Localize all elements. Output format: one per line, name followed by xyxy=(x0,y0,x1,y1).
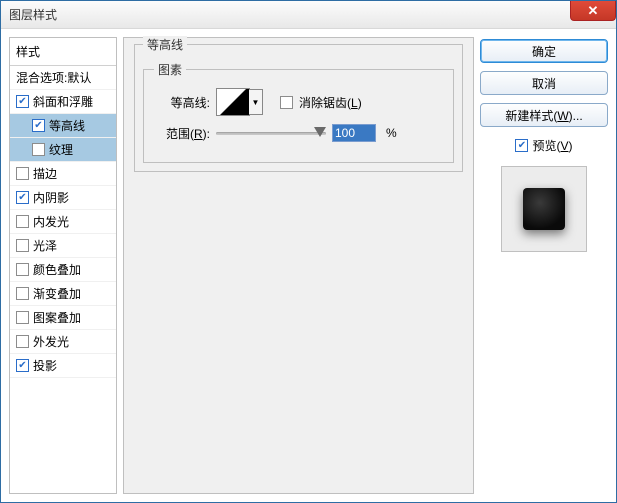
preview-box xyxy=(501,166,587,252)
style-row-label: 纹理 xyxy=(49,141,112,158)
style-row-9[interactable]: 图案叠加 xyxy=(10,306,116,330)
style-row-label: 内发光 xyxy=(33,213,112,230)
cancel-button[interactable]: 取消 xyxy=(480,71,608,95)
contour-picker[interactable]: ▼ xyxy=(216,88,250,116)
preview-thumbnail xyxy=(523,188,565,230)
style-row-label: 颜色叠加 xyxy=(33,261,112,278)
antialias-checkbox[interactable] xyxy=(280,96,293,109)
style-list-heading[interactable]: 样式 xyxy=(10,38,116,66)
style-checkbox[interactable] xyxy=(16,359,29,372)
style-row-3[interactable]: 描边 xyxy=(10,162,116,186)
range-unit: % xyxy=(386,126,397,140)
style-row-11[interactable]: 投影 xyxy=(10,354,116,378)
style-list: 样式 混合选项:默认 斜面和浮雕等高线纹理描边内阴影内发光光泽颜色叠加渐变叠加图… xyxy=(9,37,117,494)
contour-group-title: 等高线 xyxy=(143,36,187,53)
style-checkbox[interactable] xyxy=(16,311,29,324)
style-row-10[interactable]: 外发光 xyxy=(10,330,116,354)
titlebar: 图层样式 ✕ xyxy=(1,1,616,29)
preview-checkbox[interactable] xyxy=(515,139,528,152)
settings-panel: 等高线 图素 等高线: ▼ 消除锯齿(L) xyxy=(123,37,474,494)
style-row-label: 光泽 xyxy=(33,237,112,254)
elements-group: 图素 等高线: ▼ 消除锯齿(L) 范围 xyxy=(143,61,454,163)
elements-group-title: 图素 xyxy=(154,61,186,78)
ok-button[interactable]: 确定 xyxy=(480,39,608,63)
style-row-5[interactable]: 内发光 xyxy=(10,210,116,234)
antialias-label: 消除锯齿(L) xyxy=(299,94,362,111)
range-label: 范围(R): xyxy=(154,125,210,142)
range-slider[interactable] xyxy=(216,124,326,142)
style-row-label: 图案叠加 xyxy=(33,309,112,326)
style-checkbox[interactable] xyxy=(16,335,29,348)
style-row-label: 投影 xyxy=(33,357,112,374)
style-checkbox[interactable] xyxy=(16,95,29,108)
style-row-label: 等高线 xyxy=(49,117,112,134)
buttons-column: 确定 取消 新建样式(W)... 预览(V) xyxy=(480,37,608,494)
style-row-2[interactable]: 纹理 xyxy=(10,138,116,162)
close-button[interactable]: ✕ xyxy=(570,1,616,21)
close-icon: ✕ xyxy=(588,3,599,19)
contour-group: 等高线 图素 等高线: ▼ 消除锯齿(L) xyxy=(134,36,463,172)
style-checkbox[interactable] xyxy=(16,263,29,276)
style-row-label: 斜面和浮雕 xyxy=(33,93,112,110)
style-checkbox[interactable] xyxy=(32,119,45,132)
preview-toggle-row: 预览(V) xyxy=(480,137,608,154)
style-row-label: 渐变叠加 xyxy=(33,285,112,302)
style-checkbox[interactable] xyxy=(16,167,29,180)
contour-row: 等高线: ▼ 消除锯齿(L) xyxy=(154,88,443,116)
style-checkbox[interactable] xyxy=(16,215,29,228)
style-row-4[interactable]: 内阴影 xyxy=(10,186,116,210)
window-title: 图层样式 xyxy=(9,6,57,23)
style-checkbox[interactable] xyxy=(16,287,29,300)
blending-options-row[interactable]: 混合选项:默认 xyxy=(10,66,116,90)
range-row: 范围(R): % xyxy=(154,124,443,142)
style-row-8[interactable]: 渐变叠加 xyxy=(10,282,116,306)
range-input[interactable] xyxy=(332,124,376,142)
style-row-0[interactable]: 斜面和浮雕 xyxy=(10,90,116,114)
chevron-down-icon[interactable]: ▼ xyxy=(249,89,263,115)
style-row-label: 描边 xyxy=(33,165,112,182)
style-row-label: 外发光 xyxy=(33,333,112,350)
style-row-6[interactable]: 光泽 xyxy=(10,234,116,258)
style-checkbox[interactable] xyxy=(32,143,45,156)
new-style-button[interactable]: 新建样式(W)... xyxy=(480,103,608,127)
style-row-label: 内阴影 xyxy=(33,189,112,206)
dialog-body: 样式 混合选项:默认 斜面和浮雕等高线纹理描边内阴影内发光光泽颜色叠加渐变叠加图… xyxy=(1,29,616,502)
contour-label: 等高线: xyxy=(154,94,210,111)
layer-style-dialog: 图层样式 ✕ 样式 混合选项:默认 斜面和浮雕等高线纹理描边内阴影内发光光泽颜色… xyxy=(0,0,617,503)
slider-track xyxy=(216,132,326,135)
blending-options-label: 混合选项:默认 xyxy=(16,69,112,86)
style-row-1[interactable]: 等高线 xyxy=(10,114,116,138)
preview-label: 预览(V) xyxy=(532,137,572,154)
style-checkbox[interactable] xyxy=(16,191,29,204)
style-checkbox[interactable] xyxy=(16,239,29,252)
style-row-7[interactable]: 颜色叠加 xyxy=(10,258,116,282)
slider-thumb-icon[interactable] xyxy=(314,127,326,137)
